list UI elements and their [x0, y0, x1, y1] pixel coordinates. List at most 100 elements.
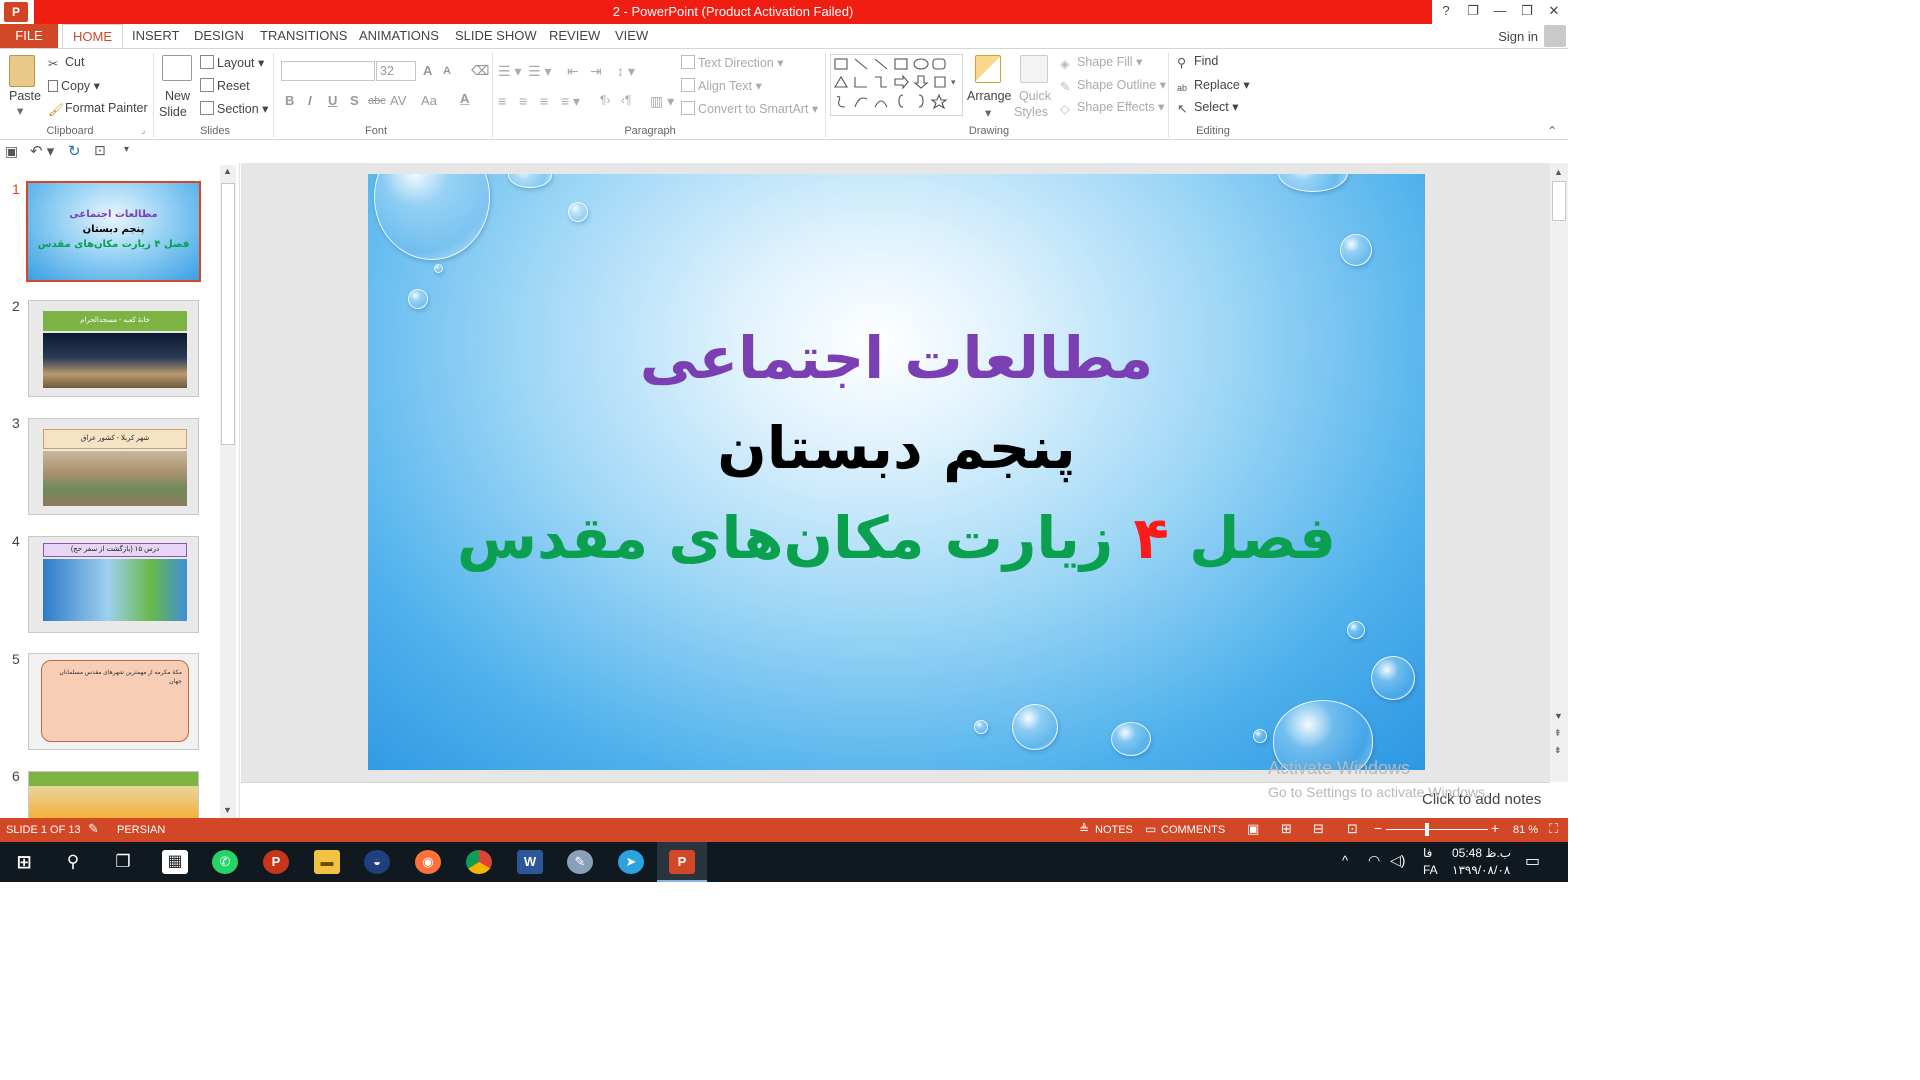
- editor-vertical-scrollbar[interactable]: ▲ ▼ ⇞ ⇟: [1550, 163, 1568, 782]
- justify-icon[interactable]: ≡ ▾: [561, 93, 580, 110]
- scroll-down-icon[interactable]: ▼: [223, 805, 232, 815]
- slide-show-icon[interactable]: ⊡: [1347, 821, 1358, 837]
- rtl-icon[interactable]: ‹¶: [621, 93, 631, 107]
- scroll-down-icon[interactable]: ▼: [1554, 711, 1563, 721]
- editor-scroll-thumb[interactable]: [1552, 181, 1566, 221]
- cut-button[interactable]: ✂ Cut: [48, 55, 84, 71]
- shape-fill-button[interactable]: ◈ Shape Fill ▾: [1060, 54, 1142, 71]
- tab-review[interactable]: REVIEW: [549, 28, 600, 43]
- zoom-in-icon[interactable]: +: [1491, 820, 1499, 836]
- line-spacing-icon[interactable]: ↕ ▾: [617, 63, 635, 80]
- thumbnail-slide-6[interactable]: [28, 771, 199, 818]
- zoom-out-icon[interactable]: −: [1374, 820, 1382, 836]
- grow-font-button[interactable]: A: [423, 63, 432, 78]
- collapse-ribbon-icon[interactable]: ⌃: [1547, 123, 1557, 138]
- telegram-icon[interactable]: ➤: [618, 850, 644, 874]
- columns-icon[interactable]: ▥ ▾: [650, 93, 674, 110]
- redo-icon[interactable]: ↻: [68, 142, 81, 160]
- increase-indent-icon[interactable]: ⇥: [590, 63, 602, 80]
- whatsapp-icon[interactable]: ✆: [212, 850, 238, 874]
- maximize-icon[interactable]: ❒: [1516, 3, 1538, 19]
- arrange-dropdown-icon[interactable]: ▾: [985, 105, 991, 120]
- slide-title-line2[interactable]: پنجم دبستان: [368, 414, 1425, 482]
- powerpoint-app-icon[interactable]: P: [4, 2, 28, 22]
- new-slide-button-line2[interactable]: Slide: [159, 105, 187, 119]
- tab-slide-show[interactable]: SLIDE SHOW: [455, 28, 537, 43]
- align-text-button[interactable]: Align Text ▾: [681, 78, 762, 93]
- paste-button[interactable]: Paste: [9, 89, 41, 103]
- ribbon-display-options-icon[interactable]: ❐: [1462, 3, 1484, 19]
- thumbnails-scrollbar[interactable]: ▲ ▼: [220, 165, 236, 818]
- file-explorer-icon[interactable]: ▬: [314, 850, 340, 874]
- normal-view-icon[interactable]: ▣: [1247, 821, 1259, 837]
- thumbnail-slide-3[interactable]: شهر کربلا - کشور عراق: [28, 418, 199, 515]
- browser-app-icon[interactable]: ◒: [364, 850, 390, 874]
- keyboard-language-top[interactable]: فا: [1423, 846, 1432, 860]
- find-button[interactable]: ⚲ Find: [1177, 54, 1218, 70]
- bold-button[interactable]: B: [285, 93, 294, 108]
- tab-view[interactable]: VIEW: [615, 28, 648, 43]
- shape-outline-button[interactable]: ✎ Shape Outline ▾: [1060, 77, 1166, 94]
- volume-icon[interactable]: ◁): [1390, 852, 1405, 869]
- shrink-font-button[interactable]: A: [443, 65, 451, 77]
- strikethrough-button[interactable]: abc: [368, 95, 386, 107]
- replace-button[interactable]: ab Replace ▾: [1177, 77, 1250, 97]
- font-color-button[interactable]: A: [460, 91, 469, 106]
- align-right-icon[interactable]: ≡: [540, 93, 548, 109]
- tab-transitions[interactable]: TRANSITIONS: [260, 28, 347, 43]
- tab-insert[interactable]: INSERT: [132, 28, 179, 43]
- shapes-more-icon[interactable]: ▾: [951, 77, 956, 88]
- shapes-gallery[interactable]: [830, 54, 963, 116]
- close-icon[interactable]: ✕: [1543, 3, 1565, 19]
- show-hidden-icons-icon[interactable]: ^: [1342, 853, 1348, 868]
- help-icon[interactable]: ?: [1435, 3, 1457, 18]
- change-case-button[interactable]: Aa: [421, 93, 437, 108]
- next-slide-icon[interactable]: ⇟: [1554, 745, 1562, 756]
- task-view-icon[interactable]: ❐: [110, 850, 136, 874]
- tab-file[interactable]: FILE: [0, 24, 58, 48]
- new-slide-button[interactable]: New: [165, 89, 190, 103]
- reset-button[interactable]: Reset: [200, 78, 250, 93]
- ltr-icon[interactable]: ¶›: [600, 93, 610, 107]
- slide-sorter-icon[interactable]: ⊞: [1281, 821, 1292, 837]
- character-spacing-button[interactable]: AV: [390, 93, 406, 108]
- scroll-up-icon[interactable]: ▲: [223, 166, 232, 176]
- search-icon[interactable]: ⚲: [60, 850, 86, 874]
- paste-dropdown-icon[interactable]: ▾: [17, 103, 23, 118]
- align-left-icon[interactable]: ≡: [498, 93, 506, 109]
- zoom-level[interactable]: 81 %: [1513, 824, 1538, 836]
- bullets-icon[interactable]: ☰ ▾: [498, 63, 521, 80]
- windows-start-icon[interactable]: ⊞: [11, 850, 37, 874]
- quick-styles-button[interactable]: Quick: [1019, 89, 1051, 103]
- reading-view-icon[interactable]: ⊟: [1313, 821, 1324, 837]
- presentation-app-icon[interactable]: P: [263, 850, 289, 874]
- clear-formatting-icon[interactable]: ⌫: [471, 63, 489, 79]
- calculator-icon[interactable]: ▦: [162, 850, 188, 874]
- paste-icon[interactable]: [9, 55, 35, 87]
- thumbnail-slide-1[interactable]: مطالعات اجتماعی پنجم دبستان فصل ۴ زیارت …: [26, 181, 201, 282]
- numbering-icon[interactable]: ☰ ▾: [528, 63, 551, 80]
- format-painter-button[interactable]: 🖌Format Painter: [48, 101, 148, 117]
- notes-toggle-icon[interactable]: ≜: [1079, 822, 1089, 836]
- scroll-up-icon[interactable]: ▲: [1554, 167, 1563, 177]
- italic-button[interactable]: I: [308, 93, 312, 108]
- taskbar-active-app[interactable]: P: [657, 842, 707, 882]
- zoom-slider-track[interactable]: [1386, 829, 1488, 830]
- current-slide-canvas[interactable]: مطالعات اجتماعی پنجم دبستان فصل ۴ زیارت …: [368, 174, 1425, 770]
- clock-time[interactable]: ب.ظ 05:48: [1452, 846, 1511, 860]
- minimize-icon[interactable]: —: [1489, 3, 1511, 18]
- thumbnail-slide-5[interactable]: مکهٔ مکرمه از مهمترین شهرهای مقدس مسلمان…: [28, 653, 199, 750]
- copy-button[interactable]: Copy ▾: [48, 78, 100, 93]
- tab-animations[interactable]: ANIMATIONS: [359, 28, 439, 43]
- save-icon[interactable]: ▣: [5, 143, 18, 160]
- sign-in-link[interactable]: Sign in: [1498, 29, 1538, 44]
- slide-title-line1[interactable]: مطالعات اجتماعی: [368, 324, 1425, 392]
- new-slide-icon[interactable]: [162, 55, 192, 81]
- comments-button[interactable]: COMMENTS: [1161, 824, 1225, 836]
- shape-effects-button[interactable]: ◇ Shape Effects ▾: [1060, 99, 1164, 116]
- notifications-icon[interactable]: ▭: [1525, 851, 1540, 871]
- paint-app-icon[interactable]: ✎: [567, 850, 593, 874]
- slide-title-line3[interactable]: فصل ۴ زیارت مکان‌های مقدس: [368, 504, 1425, 572]
- convert-smartart-button[interactable]: Convert to SmartArt ▾: [681, 101, 818, 116]
- tab-home[interactable]: HOME: [62, 24, 123, 48]
